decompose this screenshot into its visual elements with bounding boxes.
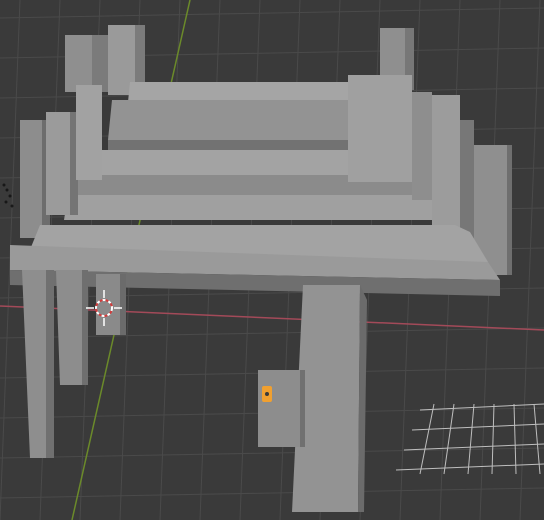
selected-origin-dot — [265, 392, 269, 396]
viewport-scene[interactable] — [0, 0, 544, 520]
camera-object[interactable] — [258, 370, 305, 447]
legs — [22, 270, 367, 512]
3d-viewport[interactable] — [0, 0, 544, 520]
back-top-platform — [108, 82, 362, 150]
